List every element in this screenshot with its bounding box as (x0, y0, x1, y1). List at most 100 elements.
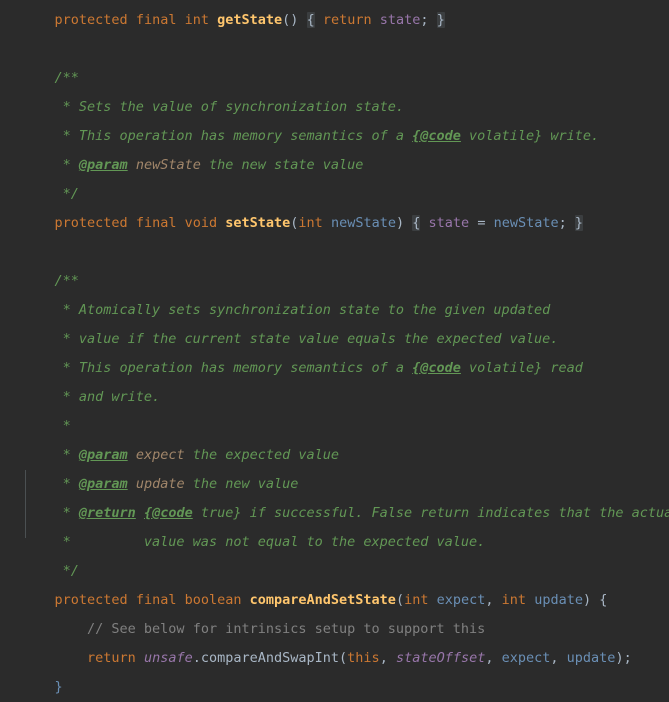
code-token-jdoc: volatile} read (460, 360, 583, 376)
code-token-plain: ; (420, 12, 429, 28)
code-line[interactable]: protected final boolean compareAndSetSta… (22, 586, 669, 615)
code-line[interactable]: return unsafe.compareAndSwapInt(this, st… (22, 644, 669, 673)
code-token-static: stateOffset (395, 650, 486, 666)
code-token-jdoc: * value if the current state value equal… (62, 331, 559, 347)
code-token-kw: final (135, 215, 177, 231)
code-token-param: newState (330, 215, 396, 231)
code-token-comment: // See below for intrinsics setup to sup… (87, 621, 486, 637)
code-token-kw: protected (54, 592, 128, 608)
code-token-jdoc: true} if successful. False return indica… (192, 505, 669, 521)
code-line[interactable]: * value was not equal to the expected va… (22, 528, 669, 557)
code-line[interactable]: * value if the current state value equal… (22, 325, 669, 354)
code-token-plain: , (379, 650, 396, 666)
code-token-kw: int (501, 592, 527, 608)
code-token-jdoc: /** (54, 70, 79, 86)
code-token-jdoc: */ (62, 186, 79, 202)
code-token-jdoc: the expected value (184, 447, 340, 463)
code-token-param: expect (501, 650, 551, 666)
code-line[interactable]: // See below for intrinsics setup to sup… (22, 615, 669, 644)
code-token-kw: this (347, 650, 380, 666)
code-token-jdoc (128, 447, 136, 463)
code-token-brace: } (436, 12, 445, 28)
code-token-plain: ( (395, 592, 405, 608)
code-token-jdoc: the new value (184, 476, 299, 492)
code-token-jdoc: */ (62, 563, 79, 579)
code-token-param: update (534, 592, 583, 608)
code-token-kw: int (404, 592, 429, 608)
code-line[interactable]: protected final void setState(int newSta… (22, 209, 669, 238)
code-line[interactable]: * @param newState the new state value (22, 151, 669, 180)
code-token-static: unsafe (143, 650, 193, 666)
code-token-jdoc: * and write. (62, 389, 161, 405)
code-line[interactable]: * (22, 412, 669, 441)
code-token-jdoc: * value was not equal to the expected va… (62, 534, 486, 550)
code-token-method: setState (225, 215, 291, 231)
code-token-kw: return (322, 12, 372, 28)
code-token-kw: int (184, 12, 209, 28)
code-token-param: expect (436, 592, 486, 608)
code-token-jparam: update (135, 476, 185, 492)
code-line[interactable]: /** (22, 267, 669, 296)
code-token-jdoc: * Atomically sets synchronization state … (62, 302, 551, 318)
code-token-jdoc: * (62, 418, 71, 434)
code-token-param: update (566, 650, 616, 666)
code-token-jtag: @param (78, 447, 128, 463)
code-token-jdoc: * This operation has memory semantics of… (62, 128, 413, 144)
code-line[interactable]: } (22, 673, 669, 702)
code-lines-container[interactable]: protected final int getState() { return … (0, 0, 669, 702)
code-line[interactable]: * @return {@code true} if successful. Fa… (22, 499, 669, 528)
code-line[interactable]: * This operation has memory semantics of… (22, 354, 669, 383)
code-line[interactable]: * @param update the new value (22, 470, 669, 499)
code-token-jdoc: the new state value (200, 157, 364, 173)
code-token-kw: final (135, 12, 177, 28)
code-token-plain: , (550, 650, 567, 666)
code-token-jdoc: * This operation has memory semantics of… (62, 360, 413, 376)
code-token-plain: () (282, 12, 299, 28)
code-token-jdoc: /** (54, 273, 79, 289)
code-line[interactable]: protected final int getState() { return … (22, 6, 669, 35)
code-line[interactable]: * @param expect the expected value (22, 441, 669, 470)
code-line[interactable] (22, 35, 669, 64)
code-line[interactable]: /** (22, 64, 669, 93)
code-token-plain: , (485, 592, 502, 608)
code-line[interactable]: */ (22, 180, 669, 209)
code-token-jdoc (136, 505, 144, 521)
code-token-jdoc (128, 476, 136, 492)
code-line[interactable]: * This operation has memory semantics of… (22, 122, 669, 151)
code-token-jdoc: * (62, 447, 79, 463)
code-editor-pane[interactable]: protected final int getState() { return … (0, 0, 669, 695)
indent-guide (25, 470, 26, 538)
code-token-jdoc: * Sets the value of synchronization stat… (62, 99, 405, 115)
code-token-jtag: @return (78, 505, 136, 521)
code-line[interactable] (22, 238, 669, 267)
code-line[interactable]: * Atomically sets synchronization state … (22, 296, 669, 325)
code-token-jdoc: * (62, 157, 79, 173)
code-line[interactable]: * Sets the value of synchronization stat… (22, 93, 669, 122)
code-line[interactable]: * and write. (22, 383, 669, 412)
code-token-jdoc: * (62, 476, 79, 492)
code-token-jdoc (128, 157, 136, 173)
code-line[interactable]: */ (22, 557, 669, 586)
code-token-jdoc: volatile} write. (460, 128, 600, 144)
